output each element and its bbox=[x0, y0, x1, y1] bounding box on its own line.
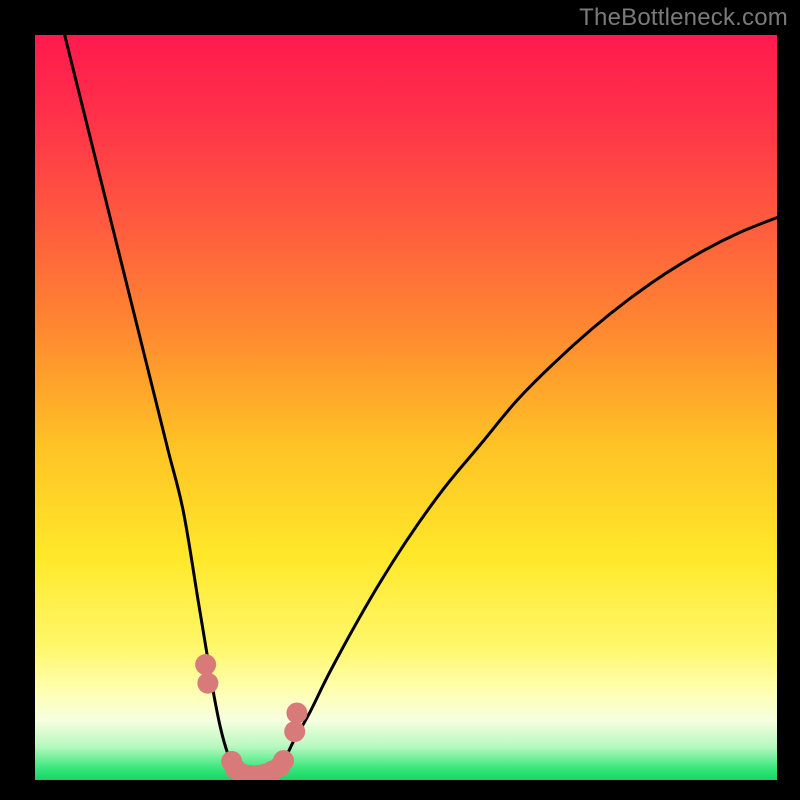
sample-dot bbox=[284, 721, 305, 742]
watermark-text: TheBottleneck.com bbox=[579, 4, 788, 32]
bottleneck-chart bbox=[0, 0, 800, 800]
sample-dot bbox=[273, 750, 294, 771]
sample-dot bbox=[286, 702, 307, 723]
sample-dot bbox=[197, 673, 218, 694]
sample-dot bbox=[195, 654, 216, 675]
chart-stage: TheBottleneck.com bbox=[0, 0, 800, 800]
gradient-background bbox=[35, 35, 777, 780]
